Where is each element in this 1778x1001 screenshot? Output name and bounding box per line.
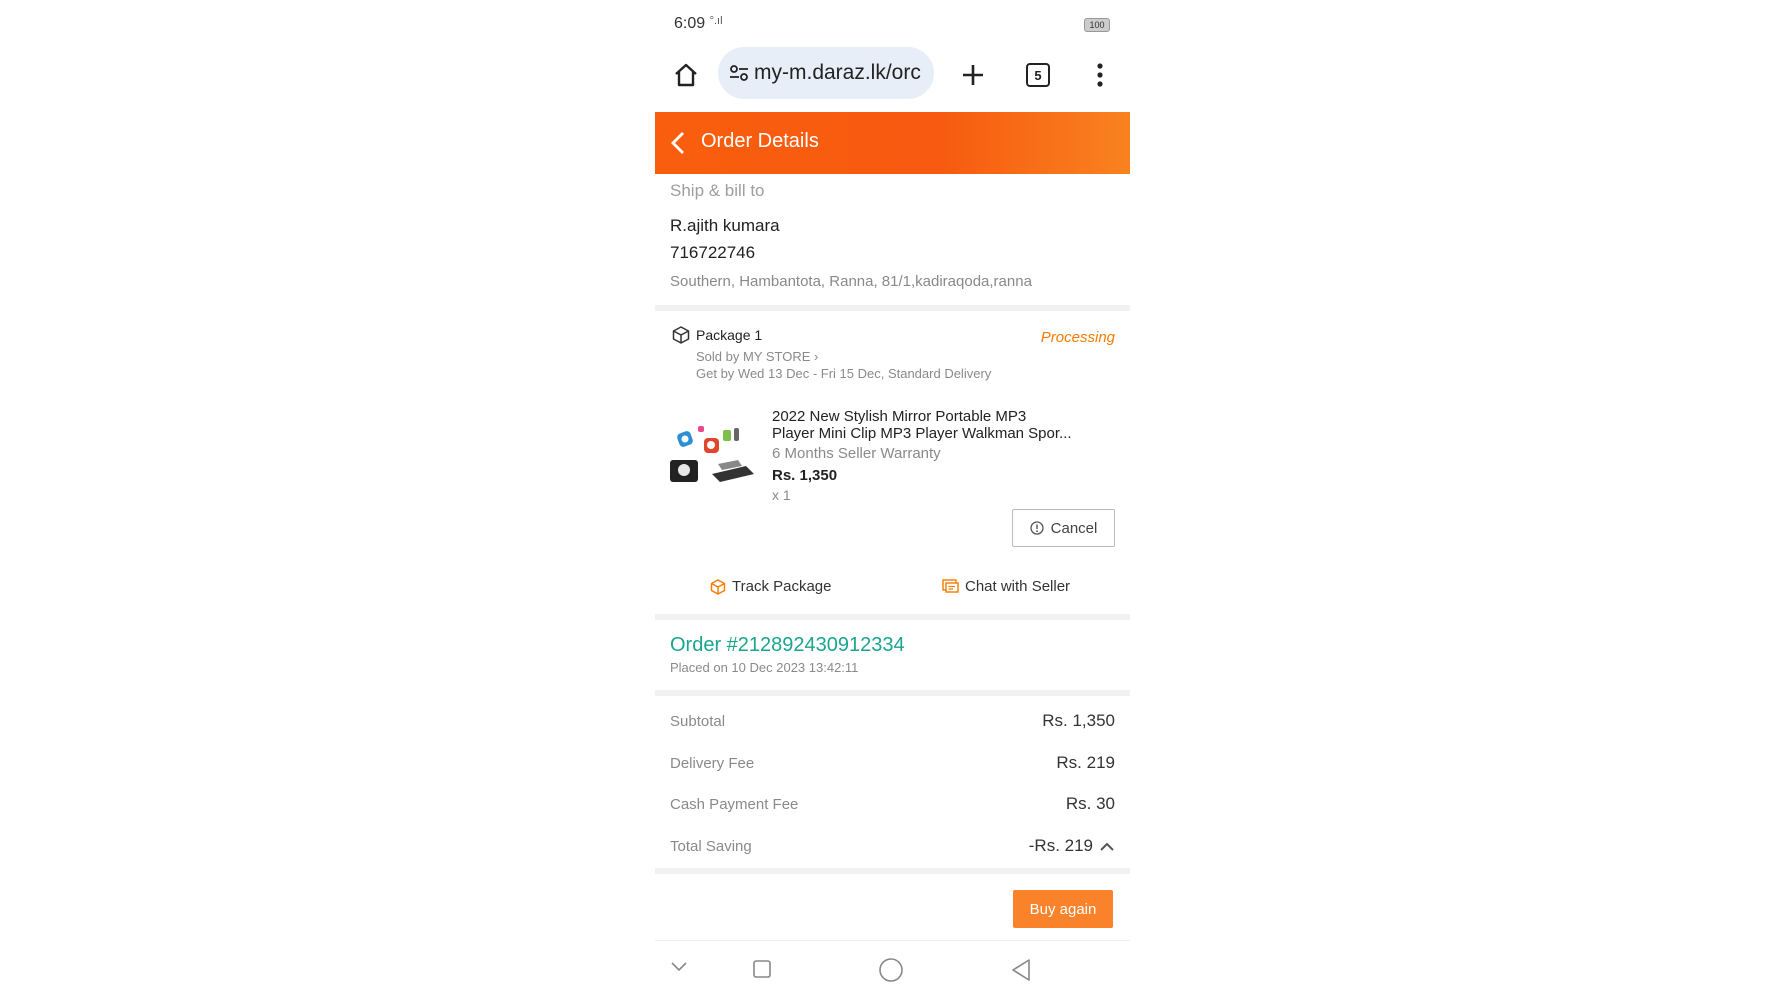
track-label: Track Package (732, 578, 832, 595)
package-title: Package 1 (696, 327, 763, 343)
divider (655, 305, 1130, 311)
summary-row-total-saving[interactable]: Total Saving -Rs. 219 (670, 836, 1115, 862)
summary-row-cash-payment-fee: Cash Payment Fee Rs. 30 (670, 794, 1115, 820)
track-package-button[interactable]: Track Package (710, 578, 832, 595)
url-text: my-m.daraz.lk/orc (754, 61, 921, 84)
recipient-address: Southern, Hambantota, Ranna, 81/1,kadira… (670, 273, 1032, 290)
recipient-phone: 716722746 (670, 243, 756, 262)
back-triangle-icon[interactable] (1010, 958, 1032, 982)
product-name-line1: 2022 New Stylish Mirror Portable MP3 (772, 408, 1027, 425)
product-name[interactable]: 2022 New Stylish Mirror Portable MP3 Pla… (772, 408, 1107, 442)
site-settings-icon[interactable] (728, 62, 750, 84)
chevron-up-icon[interactable] (1099, 840, 1115, 852)
summary-label: Cash Payment Fee (670, 796, 799, 813)
track-box-icon (710, 578, 726, 595)
chevron-down-icon[interactable] (670, 961, 688, 973)
system-nav-bar (655, 940, 1130, 1001)
tab-switcher-button[interactable]: 5 (1021, 58, 1055, 92)
delivery-estimate: Get by Wed 13 Dec - Fri 15 Dec, Standard… (696, 366, 992, 381)
product-quantity: x 1 (772, 487, 791, 503)
new-tab-icon[interactable] (956, 58, 990, 92)
package-status: Processing (1040, 329, 1115, 346)
order-number: Order #212892430912334 (670, 634, 905, 656)
order-placed-date: Placed on 10 Dec 2023 13:42:11 (670, 660, 859, 675)
status-bar: 6:09 °.ıl 100 (655, 0, 1130, 48)
back-arrow-icon[interactable] (663, 126, 693, 160)
product-image[interactable] (668, 418, 758, 486)
phone-screen: 6:09 °.ıl 100 my-m.daraz.lk/orc 5 Order … (655, 0, 1130, 1000)
product-name-line2: Player Mini Clip MP3 Player Walkman Spor… (772, 425, 1072, 442)
cancel-label: Cancel (1050, 519, 1098, 537)
product-warranty: 6 Months Seller Warranty (772, 445, 941, 462)
chat-icon (942, 578, 959, 595)
battery-icon: 100 (1084, 18, 1110, 32)
tab-count: 5 (1026, 63, 1050, 87)
summary-value: -Rs. 219 (1028, 836, 1093, 855)
seller-link[interactable]: Sold by MY STORE › (696, 349, 818, 364)
package-icon (672, 326, 690, 344)
product-price: Rs. 1,350 (772, 467, 838, 484)
buy-again-button[interactable]: Buy again (1013, 890, 1113, 928)
chat-seller-button[interactable]: Chat with Seller (942, 578, 1070, 595)
status-time: 6:09 °.ıl (674, 15, 723, 33)
recent-apps-icon[interactable] (752, 959, 772, 979)
chat-label: Chat with Seller (965, 578, 1071, 595)
summary-value: Rs. 30 (1065, 794, 1115, 813)
signal-icon: °.ıl (709, 15, 723, 27)
summary-row-subtotal: Subtotal Rs. 1,350 (670, 711, 1115, 737)
summary-label: Delivery Fee (670, 755, 755, 772)
divider (655, 868, 1130, 874)
summary-value: Rs. 219 (1056, 753, 1115, 772)
summary-label: Total Saving (670, 838, 752, 855)
home-icon[interactable] (669, 58, 703, 92)
clock: 6:09 (674, 15, 706, 32)
info-icon (1029, 521, 1044, 535)
ship-bill-label: Ship & bill to (670, 181, 765, 200)
summary-value: Rs. 1,350 (1042, 711, 1115, 730)
page-header: Order Details (655, 112, 1130, 174)
summary-row-delivery-fee: Delivery Fee Rs. 219 (670, 753, 1115, 779)
divider (655, 690, 1130, 696)
page-title: Order Details (701, 130, 819, 152)
divider (655, 614, 1130, 620)
summary-label: Subtotal (670, 713, 726, 730)
home-circle-icon[interactable] (878, 957, 904, 983)
menu-dots-icon[interactable] (1083, 58, 1117, 92)
recipient-name: R.ajith kumara (670, 216, 780, 235)
address-bar[interactable]: my-m.daraz.lk/orc (718, 47, 934, 99)
cancel-button[interactable]: Cancel (1012, 509, 1115, 547)
